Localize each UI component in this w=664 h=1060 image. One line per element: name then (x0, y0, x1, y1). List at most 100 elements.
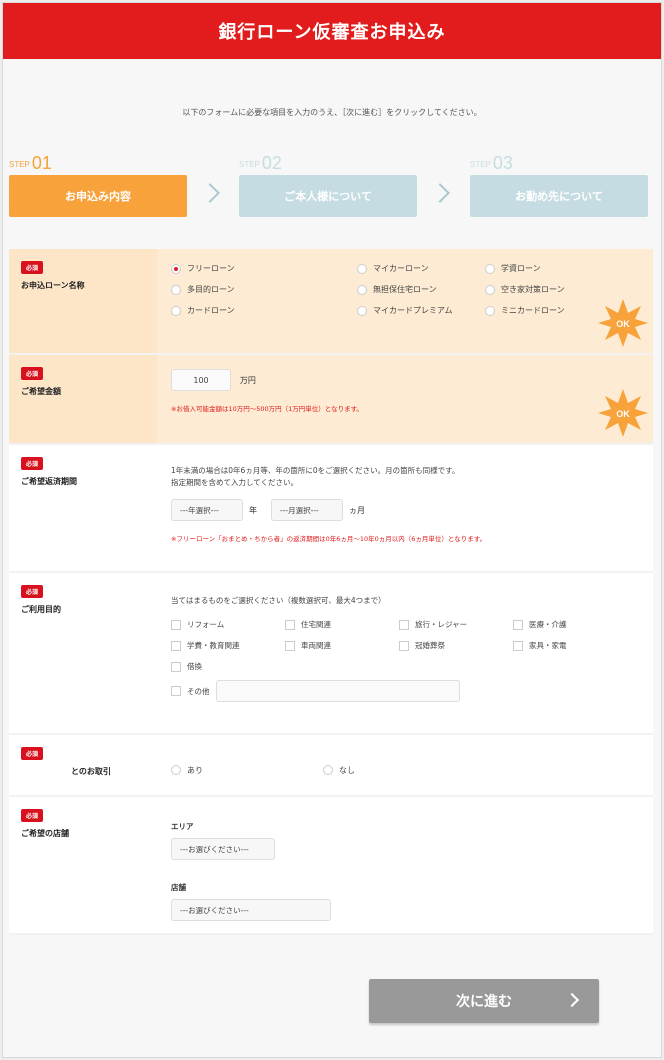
label-cell: 必須 ご希望返済期間 (9, 445, 157, 571)
label-cell: 必須 ご利用目的 (9, 573, 157, 733)
radio-free-loan[interactable]: フリーローン (171, 263, 357, 274)
radio-vacant-house-loan[interactable]: 空き家対策ローン (485, 284, 605, 295)
label-cell: 必須 お申込ローン名称 (9, 249, 157, 353)
radio-mycar-loan[interactable]: マイカーローン (357, 263, 485, 274)
checkbox-icon (285, 619, 295, 630)
purpose-label: ご利用目的 (21, 605, 61, 614)
checkbox-icon (399, 619, 409, 630)
radio-multipurpose-loan[interactable]: 多目的ローン (171, 284, 357, 295)
value-cell: フリーローン マイカーローン 学資ローン 多目的ローン 無担保住宅ローン 空き家… (157, 249, 653, 353)
area-label: エリア (171, 822, 194, 831)
checkbox-other[interactable]: その他 (171, 686, 210, 697)
store-label: 店舗 (171, 883, 186, 892)
checkbox-travel[interactable]: 旅行・レジャー (399, 619, 513, 630)
checkbox-housing[interactable]: 住宅関連 (285, 619, 399, 630)
step-label-1: STEP 01 (9, 153, 52, 173)
radio-mini-card-loan[interactable]: ミニカードローン (485, 305, 605, 316)
next-button-label: 次に進む (456, 994, 512, 1010)
required-badge: 必須 (21, 747, 44, 760)
label-cell: 必須 とのお取引 (9, 735, 157, 795)
radio-icon (171, 305, 181, 316)
checkbox-furniture[interactable]: 家具・家電 (513, 640, 623, 651)
radio-icon (485, 284, 495, 295)
step-label-2: STEP 02 (239, 153, 282, 173)
step-2-box: ご本人様について (239, 175, 417, 217)
radio-icon (357, 284, 367, 295)
radio-card-loan[interactable]: カードローン (171, 305, 357, 316)
month-select[interactable]: ---月選択--- (271, 499, 343, 521)
checkbox-icon (171, 661, 181, 672)
row-branch: 必須 ご希望の店舗 エリア ---お選びください--- 店舗 ---お選びくださ… (9, 797, 653, 935)
branch-label: ご希望の店舗 (21, 829, 69, 838)
radio-icon (485, 263, 495, 274)
checkbox-refinance[interactable]: 借換 (171, 661, 285, 672)
next-button[interactable]: 次に進む (369, 979, 599, 1023)
required-badge: 必須 (21, 261, 44, 274)
step-arrow-icon (200, 183, 220, 203)
month-unit: ヵ月 (349, 505, 365, 515)
amount-input[interactable]: 100 (171, 369, 231, 391)
required-badge: 必須 (21, 585, 44, 598)
radio-icon (323, 765, 333, 775)
value-cell: 100 万円 ※お借入可能金額は10万円～500万円（1万円単位）となります。 … (157, 355, 653, 443)
radio-icon (485, 305, 495, 316)
loan-type-radio-group: フリーローン マイカーローン 学資ローン 多目的ローン 無担保住宅ローン 空き家… (171, 263, 639, 316)
radio-transaction-no[interactable]: なし (323, 759, 355, 781)
area-select[interactable]: ---お選びください--- (171, 838, 275, 860)
step-3-box: お勤め先について (470, 175, 648, 217)
radio-transaction-yes[interactable]: あり (171, 759, 323, 781)
purpose-other: その他 (171, 680, 639, 702)
intro-text: 以下のフォームに必要な項目を入力のうえ、［次に進む］をクリックしてください。 (182, 108, 482, 117)
page-title: 銀行ローン仮審査お申込み (218, 22, 446, 43)
row-purpose: 必須 ご利用目的 当てはまるものをご選択ください（複数選択可、最大4つまで） リ… (9, 573, 653, 735)
amount-note: ※お借入可能金額は10万円～500万円（1万円単位）となります。 (171, 405, 363, 413)
page-frame: 銀行ローン仮審査お申込み 以下のフォームに必要な項目を入力のうえ、［次に進む］を… (2, 2, 662, 1058)
row-transaction: 必須 とのお取引 あり なし (9, 735, 653, 797)
period-note: ※フリーローン「おまとめ・ちから者」の返済期間は0年6ヵ月～10年0ヵ月以内（6… (171, 535, 487, 543)
checkbox-icon (285, 640, 295, 651)
period-desc-1: 1年未満の場合は0年6ヵ月等、年の箇所に0をご選択ください。月の箇所も同様です。 (171, 466, 460, 475)
loan-type-label: お申込ローン名称 (21, 281, 85, 290)
other-text-input[interactable] (215, 680, 460, 702)
checkbox-icon (399, 640, 409, 651)
period-desc-2: 指定期間を含めて入力してください。 (171, 478, 299, 487)
radio-education-loan[interactable]: 学資ローン (485, 263, 605, 274)
store-select[interactable]: ---お選びください--- (171, 899, 331, 921)
value-cell: あり なし (157, 735, 653, 795)
checkbox-icon (513, 640, 523, 651)
application-form: 必須 お申込ローン名称 フリーローン マイカーローン 学資ローン 多目的ローン … (9, 249, 653, 935)
checkbox-reform[interactable]: リフォーム (171, 619, 285, 630)
ok-leaf-icon: OK (598, 389, 648, 437)
radio-selected-icon (171, 263, 181, 274)
checkbox-medical[interactable]: 医療・介護 (513, 619, 623, 630)
required-badge: 必須 (21, 809, 44, 822)
step-arrow-icon (430, 183, 450, 203)
radio-icon (171, 765, 181, 775)
ok-leaf-text: OK (616, 319, 630, 329)
ok-leaf-icon: OK (598, 299, 648, 347)
label-cell: 必須 ご希望金額 (9, 355, 157, 443)
radio-icon (171, 284, 181, 295)
row-amount: 必須 ご希望金額 100 万円 ※お借入可能金額は10万円～500万円（1万円単… (9, 355, 653, 445)
radio-icon (357, 263, 367, 274)
page-header: 銀行ローン仮審査お申込み (3, 3, 661, 59)
value-cell: 1年未満の場合は0年6ヵ月等、年の箇所に0をご選択ください。月の箇所も同様です。… (157, 445, 653, 571)
amount-unit: 万円 (239, 375, 256, 385)
amount-label: ご希望金額 (21, 387, 61, 396)
checkbox-vehicle[interactable]: 車両関連 (285, 640, 399, 651)
radio-unsecured-housing-loan[interactable]: 無担保住宅ローン (357, 284, 485, 295)
checkbox-icon (171, 619, 181, 630)
radio-mycard-premium[interactable]: マイカードプレミアム (357, 305, 485, 316)
checkbox-ceremony[interactable]: 冠婚葬祭 (399, 640, 513, 651)
radio-icon (357, 305, 367, 316)
required-badge: 必須 (21, 457, 44, 470)
year-unit: 年 (249, 505, 257, 515)
chevron-right-icon (564, 992, 580, 1008)
value-cell: エリア ---お選びください--- 店舗 ---お選びください--- (157, 797, 653, 933)
checkbox-education[interactable]: 学費・教育関連 (171, 640, 285, 651)
required-badge: 必須 (21, 367, 44, 380)
label-cell: 必須 ご希望の店舗 (9, 797, 157, 933)
row-period: 必須 ご希望返済期間 1年未満の場合は0年6ヵ月等、年の箇所に0をご選択ください… (9, 445, 653, 573)
year-select[interactable]: ---年選択--- (171, 499, 243, 521)
period-label: ご希望返済期間 (21, 477, 77, 486)
